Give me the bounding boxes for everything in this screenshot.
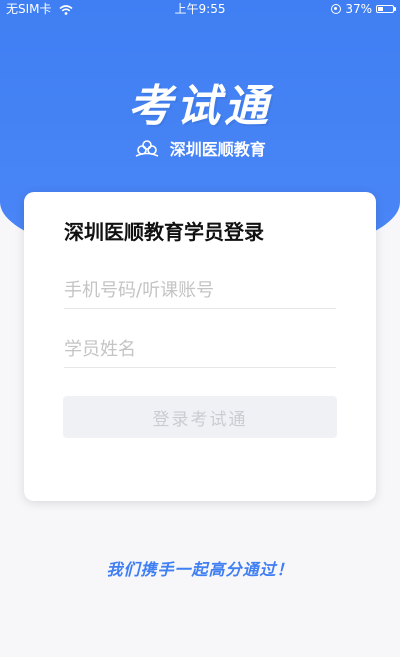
phone-account-input[interactable] bbox=[64, 272, 336, 309]
student-name-input[interactable] bbox=[64, 331, 336, 368]
status-right: 37% bbox=[331, 0, 396, 18]
login-button[interactable]: 登录考试通 bbox=[63, 396, 337, 438]
battery-icon bbox=[376, 5, 396, 13]
org-logo-icon bbox=[135, 140, 159, 157]
app-logo: 考试通 bbox=[128, 81, 272, 132]
status-bar: 无SIM卡 上午9:55 37% bbox=[0, 0, 400, 18]
orientation-lock-icon bbox=[331, 4, 342, 14]
battery-cap bbox=[394, 7, 396, 11]
slogan-text: 我们携手一起高分通过！ bbox=[106, 560, 294, 579]
battery-percent: 37% bbox=[345, 2, 372, 16]
login-card: 深圳医顺教育学员登录 登录考试通 bbox=[24, 192, 376, 501]
org-brand: 深圳医顺教育 bbox=[0, 136, 400, 160]
login-title: 深圳医顺教育学员登录 bbox=[64, 220, 264, 244]
battery-fill bbox=[378, 7, 383, 11]
org-name: 深圳医顺教育 bbox=[169, 140, 266, 159]
